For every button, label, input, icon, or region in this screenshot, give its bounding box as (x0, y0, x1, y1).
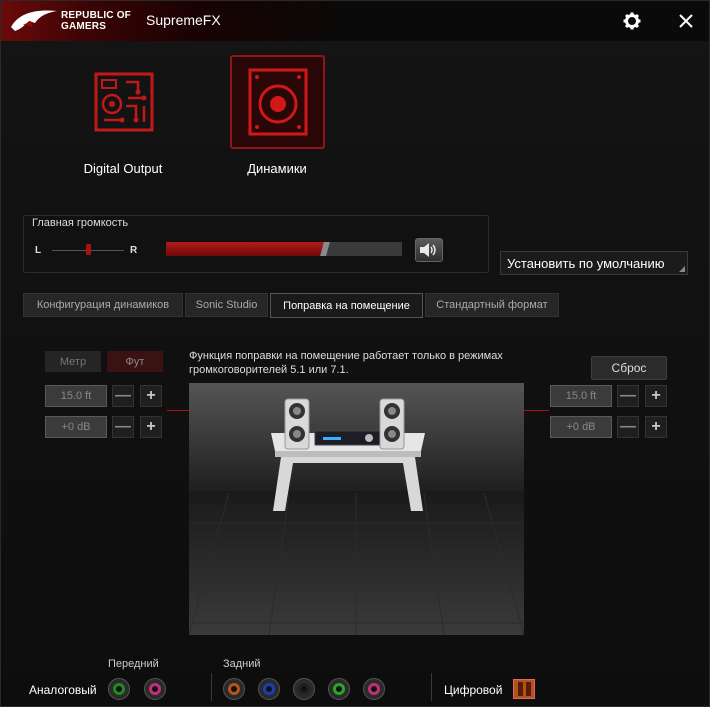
tab-sonic-studio[interactable]: Sonic Studio (185, 293, 268, 317)
right-distance-field[interactable]: 15.0 ft (550, 385, 612, 407)
volume-slider[interactable] (166, 242, 402, 256)
digital-label: Цифровой (444, 683, 503, 697)
rear-jack-black[interactable] (293, 678, 315, 700)
brand-text: REPUBLIC OF GAMERS (61, 10, 131, 32)
rear-jack-pink[interactable] (363, 678, 385, 700)
left-gain-minus-button[interactable]: — (112, 416, 134, 438)
device-speakers[interactable] (230, 55, 325, 149)
corner-triangle-icon (679, 266, 685, 272)
jack-ring-icon (149, 683, 161, 695)
front-jack-green[interactable] (108, 678, 130, 700)
right-speaker-icon (379, 398, 405, 450)
balance-right-label: R (130, 245, 138, 256)
jack-ring-icon (263, 683, 275, 695)
volume-fill (166, 242, 325, 256)
speaker-icon (248, 68, 307, 136)
app-title: SupremeFX (146, 12, 221, 28)
jack-ring-icon (113, 683, 125, 695)
jack-ring-icon (368, 683, 380, 695)
digital-divider (431, 673, 432, 701)
set-default-label: Установить по умолчанию (507, 256, 665, 271)
left-gain-field[interactable]: +0 dB (45, 416, 107, 438)
speaker-volume-icon (420, 243, 436, 257)
device-digital-output[interactable] (76, 55, 171, 149)
tab-label: Стандартный формат (436, 299, 548, 311)
optical-digital-icon[interactable] (513, 679, 535, 699)
rog-logo-icon (11, 10, 57, 31)
rear-jack-orange[interactable] (223, 678, 245, 700)
title-bar: REPUBLIC OF GAMERS SupremeFX (1, 1, 709, 41)
right-gain-field[interactable]: +0 dB (550, 416, 612, 438)
analog-label: Аналоговый (29, 683, 97, 697)
room-correction-description: Функция поправки на помещение работает т… (189, 350, 503, 376)
left-distance-field[interactable]: 15.0 ft (45, 385, 107, 407)
brand-line-1: REPUBLIC OF (61, 10, 131, 21)
front-label: Передний (108, 658, 159, 670)
close-button[interactable] (674, 9, 698, 33)
tab-label: Конфигурация динамиков (36, 299, 170, 311)
unit-meter-label: Метр (59, 355, 87, 368)
left-speaker-icon (284, 398, 310, 450)
balance-slider-thumb[interactable] (86, 244, 91, 255)
master-volume-panel: Главная громкость L R (23, 215, 489, 273)
rear-jack-blue[interactable] (258, 678, 280, 700)
tab-standard-format[interactable]: Стандартный формат (425, 293, 559, 317)
front-jack-pink[interactable] (144, 678, 166, 700)
jack-divider (211, 673, 212, 701)
master-volume-title: Главная громкость (32, 217, 129, 229)
jack-ring-icon (333, 683, 345, 695)
left-gain-plus-button[interactable]: + (140, 416, 162, 438)
app-window: REPUBLIC OF GAMERS SupremeFX Digital Out… (0, 0, 710, 707)
left-distance-plus-button[interactable]: + (140, 385, 162, 407)
close-icon (679, 14, 693, 28)
tab-room-correction[interactable]: Поправка на помещение (270, 293, 423, 318)
left-distance-minus-button[interactable]: — (112, 385, 134, 407)
rear-jack-green[interactable] (328, 678, 350, 700)
device-label-digital-output: Digital Output (83, 161, 163, 176)
right-distance-minus-button[interactable]: — (617, 385, 639, 407)
tab-label: Sonic Studio (195, 299, 258, 311)
right-gain-minus-button[interactable]: — (617, 416, 639, 438)
room-visualization (189, 383, 524, 635)
right-distance-plus-button[interactable]: + (645, 385, 667, 407)
rear-label: Задний (223, 658, 261, 670)
jack-ring-icon (298, 683, 310, 695)
tab-speaker-config[interactable]: Конфигурация динамиков (23, 293, 183, 317)
mute-button[interactable] (415, 238, 443, 262)
room-scene (189, 383, 524, 635)
set-default-button[interactable]: Установить по умолчанию (500, 251, 688, 275)
reset-label: Сброс (611, 361, 647, 375)
device-label-speakers: Динамики (247, 161, 307, 176)
balance-left-label: L (35, 245, 42, 256)
brand-line-2: GAMERS (61, 21, 107, 32)
jack-ring-icon (228, 683, 240, 695)
right-gain-plus-button[interactable]: + (645, 416, 667, 438)
digital-output-icon (94, 72, 153, 132)
unit-foot-button[interactable]: Фут (107, 351, 163, 372)
settings-button[interactable] (620, 9, 644, 33)
tab-label: Поправка на помещение (283, 299, 410, 312)
gear-icon (623, 12, 641, 30)
reset-button[interactable]: Сброс (591, 356, 667, 380)
unit-meter-button[interactable]: Метр (45, 351, 101, 372)
unit-foot-label: Фут (125, 355, 145, 368)
